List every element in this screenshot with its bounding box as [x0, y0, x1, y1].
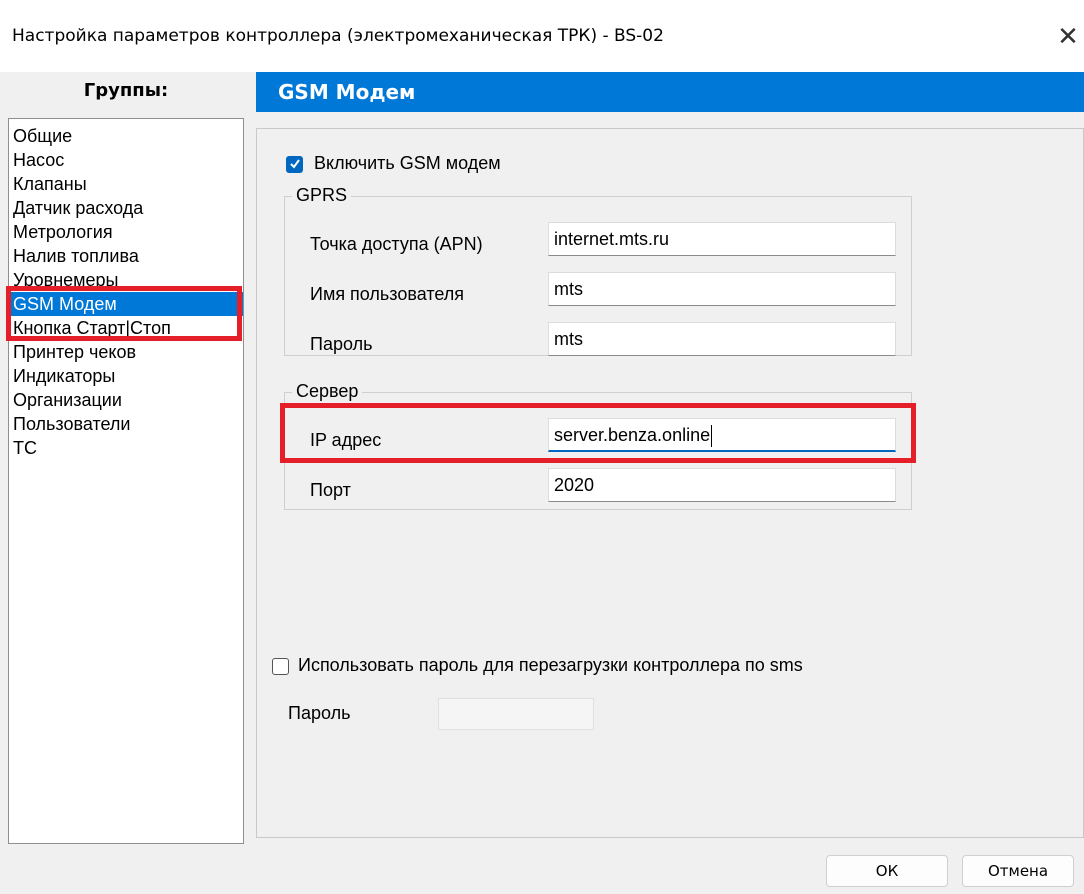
ip-address-input[interactable]: server.benza.online	[548, 418, 896, 452]
group-item-flow-sensor[interactable]: Датчик расхода	[9, 196, 243, 220]
group-item-valves[interactable]: Клапаны	[9, 172, 243, 196]
sms-password-input[interactable]	[438, 698, 594, 730]
port-input[interactable]: 2020	[548, 468, 896, 502]
group-item-vehicles[interactable]: ТС	[9, 436, 243, 460]
group-item-organizations[interactable]: Организации	[9, 388, 243, 412]
group-item-indicators[interactable]: Индикаторы	[9, 364, 243, 388]
ip-address-value: server.benza.online	[554, 425, 711, 445]
section-title: GSM Модем	[256, 72, 1084, 112]
group-item-level-gauges[interactable]: Уровнемеры	[9, 268, 243, 292]
enable-gsm-checkbox[interactable]	[286, 156, 303, 173]
ok-button[interactable]: ОК	[826, 855, 948, 887]
password-input[interactable]: mts	[548, 322, 896, 356]
group-item-start-stop-button[interactable]: Кнопка Старт|Стоп	[9, 316, 243, 340]
username-label: Имя пользователя	[310, 284, 465, 304]
sms-password-checkbox[interactable]	[272, 658, 289, 675]
gprs-group-title: GPRS	[292, 185, 352, 206]
sms-password-field-label: Пароль	[288, 703, 351, 723]
checkmark-icon	[290, 159, 300, 169]
group-item-pump[interactable]: Насос	[9, 148, 243, 172]
group-item-general[interactable]: Общие	[9, 124, 243, 148]
sms-password-label[interactable]: Использовать пароль для перезагрузки кон…	[298, 655, 803, 676]
text-caret	[711, 425, 713, 448]
groups-header: Группы:	[83, 80, 169, 101]
group-item-gsm-modem[interactable]: GSM Модем	[9, 292, 243, 316]
group-item-fuel-filling[interactable]: Налив топлива	[9, 244, 243, 268]
group-item-users[interactable]: Пользователи	[9, 412, 243, 436]
group-item-receipt-printer[interactable]: Принтер чеков	[9, 340, 243, 364]
apn-label: Точка доступа (APN)	[310, 234, 483, 254]
close-icon[interactable]: ✕	[1052, 18, 1084, 54]
server-group-title: Сервер	[292, 381, 363, 402]
port-label: Порт	[310, 480, 351, 500]
group-item-metrology[interactable]: Метрология	[9, 220, 243, 244]
password-label: Пароль	[310, 334, 373, 354]
username-input[interactable]: mts	[548, 272, 896, 306]
groups-list[interactable]: Общие Насос Клапаны Датчик расхода Метро…	[8, 118, 244, 844]
enable-gsm-label[interactable]: Включить GSM модем	[314, 153, 501, 174]
apn-input[interactable]: internet.mts.ru	[548, 222, 896, 256]
title-bar: Настройка параметров контроллера (электр…	[0, 0, 1084, 72]
cancel-button[interactable]: Отмена	[962, 855, 1074, 887]
window-title: Настройка параметров контроллера (электр…	[12, 26, 664, 46]
ip-address-label: IP адрес	[310, 430, 382, 450]
